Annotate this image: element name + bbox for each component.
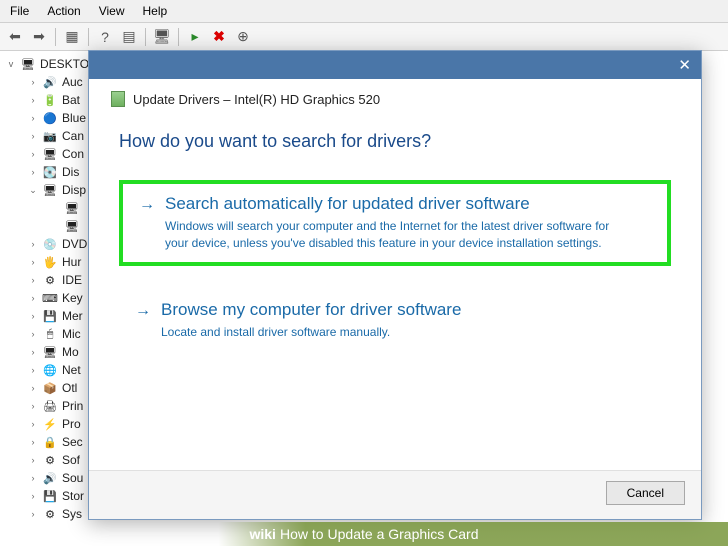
computer-icon: 🖥 (20, 57, 36, 71)
update-button[interactable]: ▸ (184, 26, 206, 48)
option-desc: Locate and install driver software manua… (161, 324, 461, 341)
scan-button[interactable]: 🖥 (151, 26, 173, 48)
device-category-icon: 💿 (42, 237, 58, 251)
device-category-icon: 🌐 (42, 363, 58, 377)
device-category-icon: 🔋 (42, 93, 58, 107)
separator (88, 28, 89, 46)
device-category-icon: 💽 (42, 165, 58, 179)
option-search-automatically[interactable]: → Search automatically for updated drive… (119, 180, 671, 266)
arrow-icon: → (139, 194, 155, 214)
device-category-icon: ⚙ (42, 453, 58, 467)
toolbar-btn-2[interactable]: ▤ (118, 26, 140, 48)
device-category-icon: 🖨 (42, 399, 58, 413)
device-category-icon: ⚡ (42, 417, 58, 431)
device-category-icon: ⚙ (42, 273, 58, 287)
separator (55, 28, 56, 46)
dialog-body: How do you want to search for drivers? →… (89, 113, 701, 470)
device-category-icon: 📦 (42, 381, 58, 395)
option-title: Search automatically for updated driver … (165, 194, 625, 214)
dialog-titlebar: ✕ (89, 51, 701, 79)
watermark: wiki How to Update a Graphics Card (0, 522, 728, 546)
menu-file[interactable]: File (10, 4, 29, 18)
display-adapter-icon: 🖥 (64, 201, 80, 215)
toolbar: ⬅ ➡ ▦ ? ▤ 🖥 ▸ ✖ ⊕ (0, 23, 728, 51)
toolbar-btn-3[interactable]: ⊕ (232, 26, 254, 48)
option-browse-computer[interactable]: → Browse my computer for driver software… (119, 290, 671, 351)
dialog-footer: Cancel (89, 470, 701, 519)
device-category-icon: ⌨ (42, 291, 58, 305)
option-title: Browse my computer for driver software (161, 300, 461, 320)
arrow-icon: → (135, 300, 151, 320)
device-category-icon: 🖥 (42, 147, 58, 161)
menubar: File Action View Help (0, 0, 728, 23)
device-category-icon: ⚙ (42, 507, 58, 521)
dialog-header: Update Drivers – Intel(R) HD Graphics 52… (89, 79, 701, 113)
device-category-icon: 💾 (42, 489, 58, 503)
help-button[interactable]: ? (94, 26, 116, 48)
device-category-icon: 📷 (42, 129, 58, 143)
toolbar-btn-1[interactable]: ▦ (61, 26, 83, 48)
device-category-icon: 🖥 (42, 345, 58, 359)
separator (145, 28, 146, 46)
device-category-icon: 🔒 (42, 435, 58, 449)
watermark-brand: wiki (249, 526, 275, 542)
device-category-icon: 🖐 (42, 255, 58, 269)
menu-view[interactable]: View (99, 4, 125, 18)
close-icon[interactable]: ✕ (678, 56, 691, 74)
watermark-title: Update a Graphics Card (328, 526, 479, 542)
dialog-title: Update Drivers – Intel(R) HD Graphics 52… (133, 92, 380, 107)
option-content: Search automatically for updated driver … (165, 194, 625, 252)
back-button[interactable]: ⬅ (4, 26, 26, 48)
dialog-heading: How do you want to search for drivers? (119, 131, 671, 152)
menu-help[interactable]: Help (143, 4, 168, 18)
cancel-button[interactable]: Cancel (606, 481, 685, 505)
device-category-icon: 🔵 (42, 111, 58, 125)
device-category-icon: 💾 (42, 309, 58, 323)
device-category-icon: 🔊 (42, 75, 58, 89)
display-adapter-icon: 🖥 (64, 219, 80, 233)
forward-button[interactable]: ➡ (28, 26, 50, 48)
option-content: Browse my computer for driver software L… (161, 300, 461, 341)
separator (178, 28, 179, 46)
device-icon (111, 91, 125, 107)
option-desc: Windows will search your computer and th… (165, 218, 625, 252)
update-driver-dialog: ✕ Update Drivers – Intel(R) HD Graphics … (88, 50, 702, 520)
menu-action[interactable]: Action (47, 4, 80, 18)
device-category-icon: 🖱 (42, 327, 58, 341)
device-category-icon: 🔊 (42, 471, 58, 485)
watermark-how: How to (280, 526, 324, 542)
disable-button[interactable]: ✖ (208, 26, 230, 48)
device-category-icon: 🖥 (42, 183, 58, 197)
